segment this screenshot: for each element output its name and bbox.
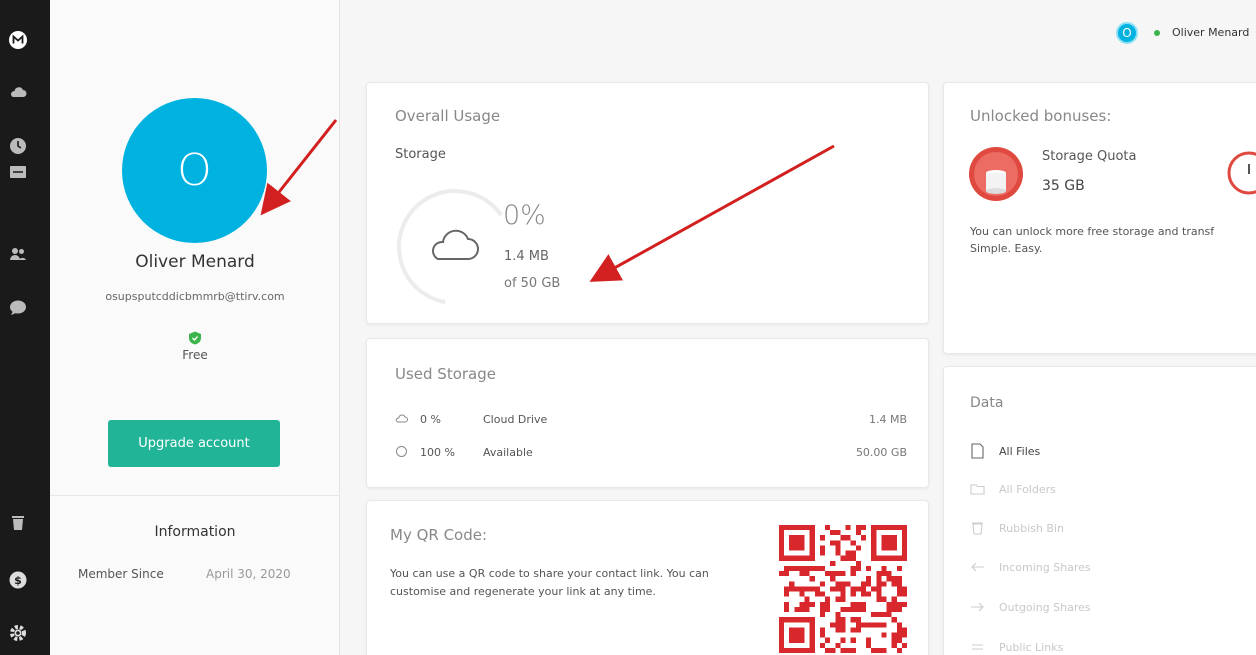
- usage-size: 50.00 GB: [855, 446, 907, 459]
- online-status-dot: [1154, 30, 1160, 36]
- qr-code-image[interactable]: [779, 525, 907, 653]
- used-storage-card: Used Storage 0 % Cloud Drive 1.4 MB 100 …: [366, 338, 929, 488]
- bin-icon: [972, 522, 983, 535]
- data-item-label: All Files: [999, 445, 1041, 458]
- information-title: Information: [154, 524, 236, 540]
- achievements-icon[interactable]: $: [9, 571, 27, 589]
- cloud-icon: [395, 414, 408, 423]
- qr-description: You can use a QR code to share your cont…: [390, 567, 709, 598]
- divider: [50, 495, 340, 496]
- icon-rail: $: [0, 0, 50, 655]
- storage-label: Storage: [395, 147, 446, 162]
- profile-panel: O Oliver Menard osupsputcddicbmmrb@ttirv…: [50, 0, 340, 655]
- file-icon: [971, 443, 984, 459]
- settings-icon[interactable]: [9, 624, 27, 642]
- storage-percent: 0%: [503, 200, 546, 231]
- member-since-label: Member Since: [78, 567, 164, 581]
- list-item: 0 % Cloud Drive 1.4 MB: [395, 411, 907, 429]
- overall-usage-title: Overall Usage: [395, 107, 501, 125]
- recents-icon[interactable]: [9, 137, 27, 155]
- data-item-label: All Folders: [999, 483, 1056, 496]
- storage-used: 1.4 MB: [504, 249, 549, 264]
- data-card: Data All Files All Folders Rubbish Bin I…: [943, 366, 1256, 655]
- usage-percent: 0 %: [420, 413, 441, 426]
- contacts-icon[interactable]: [9, 245, 27, 263]
- usage-label: Available: [483, 446, 533, 459]
- link-icon: [972, 644, 983, 650]
- storage-quota-icon: [969, 147, 1023, 201]
- cloud-icon: [432, 229, 479, 260]
- bonuses-description-line: You can unlock more free storage and tra…: [970, 225, 1215, 238]
- bonuses-description: You can unlock more free storage and tra…: [970, 223, 1256, 257]
- bonuses-title: Unlocked bonuses:: [970, 107, 1112, 125]
- bonus-storage-label: Storage Quota: [1042, 149, 1137, 164]
- data-item-label: Incoming Shares: [999, 561, 1091, 574]
- data-item-label: Public Links: [999, 641, 1064, 654]
- mega-logo-icon[interactable]: [9, 31, 27, 49]
- plan-label: Free: [182, 348, 208, 362]
- rubbish-bin-icon[interactable]: [9, 513, 27, 531]
- free-plan-icon: [189, 331, 201, 345]
- data-title: Data: [970, 395, 1004, 411]
- folder-icon: [970, 484, 985, 495]
- transfer-quota-icon: [1227, 151, 1256, 195]
- unlocked-bonuses-card: Unlocked bonuses: Storage Quota 35 GB Yo…: [943, 82, 1256, 354]
- transfers-icon[interactable]: [9, 163, 27, 181]
- qr-code-card: My QR Code: You can use a QR code to sha…: [366, 500, 929, 655]
- header-user-name[interactable]: Oliver Menard: [1172, 26, 1249, 39]
- usage-percent: 100 %: [420, 446, 455, 459]
- avatar[interactable]: O: [122, 98, 267, 243]
- cloud-drive-icon[interactable]: [9, 83, 27, 101]
- qr-title: My QR Code:: [390, 526, 488, 544]
- svg-text:$: $: [14, 574, 22, 587]
- profile-email: osupsputcddicbmmrb@ttirv.com: [105, 290, 285, 303]
- storage-total: of 50 GB: [504, 276, 561, 291]
- outgoing-share-icon: [971, 602, 984, 612]
- overall-usage-card: Overall Usage Storage 0% 1.4 MB of 50 GB: [366, 82, 929, 324]
- bonuses-description-line: Simple. Easy.: [970, 242, 1043, 255]
- incoming-share-icon: [971, 562, 984, 572]
- usage-label: Cloud Drive: [483, 413, 548, 426]
- chat-icon[interactable]: [9, 299, 27, 317]
- bonus-storage-value: 35 GB: [1042, 178, 1085, 194]
- data-item-label: Outgoing Shares: [999, 601, 1091, 614]
- storage-gauge: [396, 189, 513, 305]
- usage-size: 1.4 MB: [868, 413, 907, 426]
- profile-name: Oliver Menard: [135, 252, 255, 272]
- circle-icon: [396, 446, 407, 457]
- member-since-value: April 30, 2020: [206, 567, 291, 581]
- list-item: 100 % Available 50.00 GB: [395, 444, 907, 462]
- used-storage-title: Used Storage: [395, 365, 497, 383]
- upgrade-account-button[interactable]: Upgrade account: [108, 420, 280, 467]
- data-item-label: Rubbish Bin: [999, 522, 1064, 535]
- header-avatar[interactable]: O: [1116, 22, 1138, 44]
